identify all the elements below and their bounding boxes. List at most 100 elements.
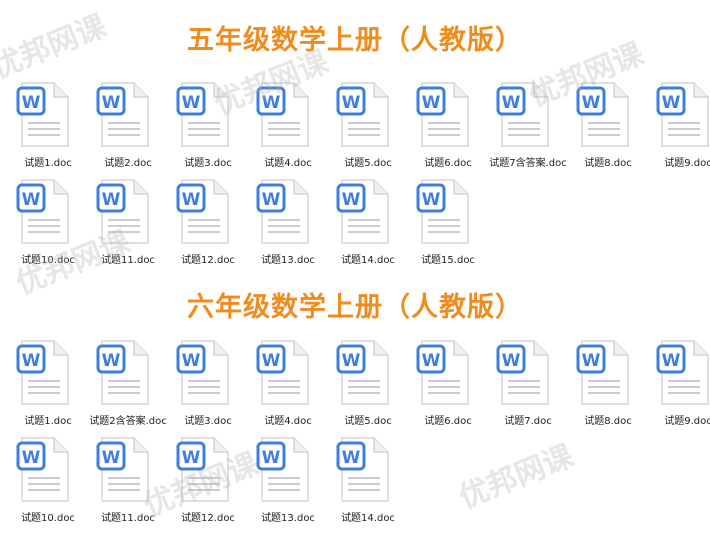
file-item[interactable]: W 试题8.doc (568, 80, 648, 170)
svg-text:W: W (502, 93, 521, 113)
file-name-label: 试题4.doc (264, 158, 312, 169)
svg-text:W: W (262, 448, 281, 468)
word-doc-icon: W (576, 340, 629, 405)
file-item[interactable]: W 试题2.doc (88, 80, 168, 170)
file-item[interactable]: W 试题2含答案.doc (88, 338, 168, 428)
file-item[interactable]: W 试题15.doc (408, 177, 488, 267)
file-item[interactable]: W 试题9.doc (648, 80, 710, 170)
word-doc-icon: W (496, 340, 549, 405)
svg-text:W: W (182, 93, 201, 113)
file-item[interactable]: W 试题3.doc (168, 80, 248, 170)
file-item[interactable]: W 试题8.doc (568, 338, 648, 428)
file-item[interactable]: W 试题7.doc (488, 338, 568, 428)
svg-text:W: W (662, 93, 681, 113)
svg-text:W: W (22, 93, 41, 113)
svg-text:W: W (662, 351, 681, 371)
file-name-label: 试题4.doc (264, 416, 312, 427)
file-item[interactable]: W 试题10.doc (8, 435, 88, 525)
word-doc-icon: W (256, 340, 309, 405)
file-name-label: 试题8.doc (584, 158, 632, 169)
svg-text:W: W (102, 351, 121, 371)
file-name-label: 试题9.doc (664, 416, 710, 427)
word-doc-icon: W (416, 340, 469, 405)
file-item[interactable]: W 试题1.doc (8, 80, 88, 170)
word-doc-icon: W (496, 82, 549, 147)
file-item[interactable]: W 试题9.doc (648, 338, 710, 428)
svg-text:W: W (102, 93, 121, 113)
file-name-label: 试题10.doc (21, 255, 75, 266)
file-name-label: 试题10.doc (21, 513, 75, 524)
word-doc-icon: W (336, 340, 389, 405)
svg-text:W: W (422, 93, 441, 113)
file-item[interactable]: W 试题3.doc (168, 338, 248, 428)
file-item[interactable]: W 试题4.doc (248, 338, 328, 428)
file-name-label: 试题11.doc (101, 255, 155, 266)
file-name-label: 试题6.doc (424, 416, 472, 427)
file-item[interactable]: W 试题12.doc (168, 177, 248, 267)
file-item[interactable]: W 试题10.doc (8, 177, 88, 267)
file-item[interactable]: W 试题14.doc (328, 177, 408, 267)
file-name-label: 试题7含答案.doc (489, 158, 567, 169)
file-name-label: 试题13.doc (261, 513, 315, 524)
file-item[interactable]: W 试题11.doc (88, 435, 168, 525)
file-name-label: 试题9.doc (664, 158, 710, 169)
word-doc-icon: W (656, 340, 709, 405)
file-item[interactable]: W 试题5.doc (328, 338, 408, 428)
word-doc-icon: W (16, 340, 69, 405)
file-item[interactable]: W 试题14.doc (328, 435, 408, 525)
word-doc-icon: W (96, 340, 149, 405)
word-doc-icon: W (96, 437, 149, 502)
file-item[interactable]: W 试题12.doc (168, 435, 248, 525)
file-item[interactable]: W 试题4.doc (248, 80, 328, 170)
svg-text:W: W (182, 190, 201, 210)
svg-text:W: W (262, 93, 281, 113)
file-name-label: 试题15.doc (421, 255, 475, 266)
word-doc-icon: W (336, 437, 389, 502)
word-doc-icon: W (16, 437, 69, 502)
word-doc-icon: W (336, 82, 389, 147)
svg-text:W: W (502, 351, 521, 371)
file-name-label: 试题5.doc (344, 416, 392, 427)
svg-text:W: W (342, 351, 361, 371)
word-doc-icon: W (16, 82, 69, 147)
word-doc-icon: W (256, 82, 309, 147)
word-doc-icon: W (176, 340, 229, 405)
file-name-label: 试题14.doc (341, 513, 395, 524)
word-doc-icon: W (336, 179, 389, 244)
file-name-label: 试题2含答案.doc (89, 416, 167, 427)
svg-text:W: W (182, 351, 201, 371)
file-item[interactable]: W 试题6.doc (408, 338, 488, 428)
file-name-label: 试题2.doc (104, 158, 152, 169)
svg-text:W: W (22, 448, 41, 468)
word-doc-icon: W (176, 82, 229, 147)
file-item[interactable]: W 试题11.doc (88, 177, 168, 267)
word-doc-icon: W (176, 437, 229, 502)
file-name-label: 试题12.doc (181, 255, 235, 266)
word-doc-icon: W (16, 179, 69, 244)
svg-text:W: W (262, 351, 281, 371)
svg-text:W: W (262, 190, 281, 210)
file-name-label: 试题3.doc (184, 416, 232, 427)
svg-text:W: W (182, 448, 201, 468)
svg-text:W: W (22, 190, 41, 210)
watermark: 优邦网课 (454, 438, 579, 516)
file-name-label: 试题8.doc (584, 416, 632, 427)
file-name-label: 试题3.doc (184, 158, 232, 169)
file-name-label: 试题1.doc (24, 416, 72, 427)
svg-text:W: W (582, 93, 601, 113)
word-doc-icon: W (96, 179, 149, 244)
file-item[interactable]: W 试题13.doc (248, 177, 328, 267)
file-item[interactable]: W 试题5.doc (328, 80, 408, 170)
word-doc-icon: W (416, 82, 469, 147)
file-item[interactable]: W 试题1.doc (8, 338, 88, 428)
file-name-label: 试题12.doc (181, 513, 235, 524)
word-doc-icon: W (256, 179, 309, 244)
svg-text:W: W (582, 351, 601, 371)
file-item[interactable]: W 试题7含答案.doc (488, 80, 568, 170)
svg-text:W: W (422, 351, 441, 371)
file-item[interactable]: W 试题13.doc (248, 435, 328, 525)
file-item[interactable]: W 试题6.doc (408, 80, 488, 170)
file-name-label: 试题5.doc (344, 158, 392, 169)
file-name-label: 试题11.doc (101, 513, 155, 524)
file-name-label: 试题1.doc (24, 158, 72, 169)
